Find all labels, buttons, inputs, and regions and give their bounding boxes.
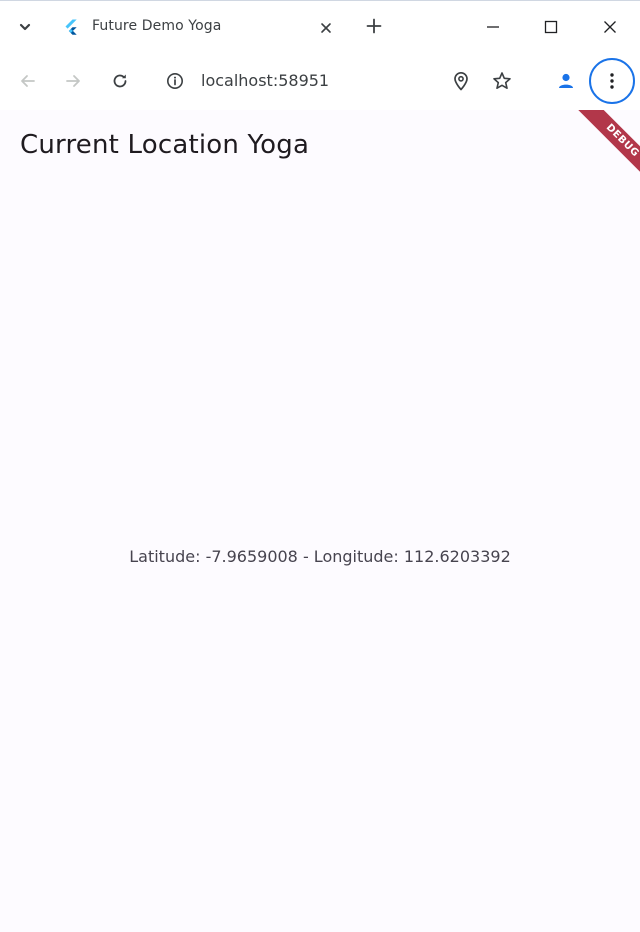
location-coordinates-text: Latitude: -7.9659008 - Longitude: 112.62… — [129, 547, 511, 566]
site-info-button[interactable] — [157, 63, 193, 99]
star-icon — [493, 72, 511, 89]
app-page: Current Location Yoga Latitude: -7.96590… — [0, 110, 640, 932]
address-bar[interactable]: localhost:58951 — [201, 71, 329, 90]
flutter-logo-icon — [65, 19, 77, 35]
more-vertical-icon — [610, 73, 614, 89]
browser-toolbar: localhost:58951 — [0, 52, 640, 110]
reload-button[interactable] — [102, 63, 138, 99]
window-close-button[interactable] — [583, 5, 637, 49]
tab-active[interactable]: Future Demo Yoga — [48, 5, 350, 53]
person-icon — [559, 73, 573, 88]
arrow-left-icon — [21, 75, 35, 87]
debug-banner-label: DEBUG — [573, 110, 640, 190]
tab-title: Future Demo Yoga — [92, 18, 222, 34]
tab-strip: Future Demo Yoga — [0, 0, 640, 53]
chevron-down-icon — [19, 23, 31, 31]
tab-search-button[interactable] — [10, 12, 40, 42]
debug-banner: DEBUG — [560, 110, 640, 190]
browser-window: Future Demo Yoga localhost:58951 Current… — [0, 0, 640, 932]
minimize-icon — [487, 26, 499, 28]
tab-close-button[interactable] — [314, 16, 338, 40]
info-icon — [167, 73, 183, 89]
arrow-right-icon — [66, 75, 80, 87]
bookmark-button[interactable] — [484, 63, 520, 99]
maximize-icon — [544, 20, 558, 34]
location-permission-button[interactable] — [443, 63, 479, 99]
close-icon — [321, 23, 331, 33]
forward-button[interactable] — [55, 63, 91, 99]
close-icon — [604, 21, 616, 33]
page-title: Current Location Yoga — [20, 130, 310, 160]
browser-menu-button[interactable] — [589, 58, 635, 104]
location-pin-icon — [454, 71, 468, 91]
reload-icon — [113, 74, 127, 88]
back-button[interactable] — [10, 63, 46, 99]
maximize-button[interactable] — [524, 5, 578, 49]
plus-icon — [366, 18, 382, 34]
minimize-button[interactable] — [466, 5, 520, 49]
profile-button[interactable] — [548, 63, 584, 99]
new-tab-button[interactable] — [360, 12, 388, 40]
